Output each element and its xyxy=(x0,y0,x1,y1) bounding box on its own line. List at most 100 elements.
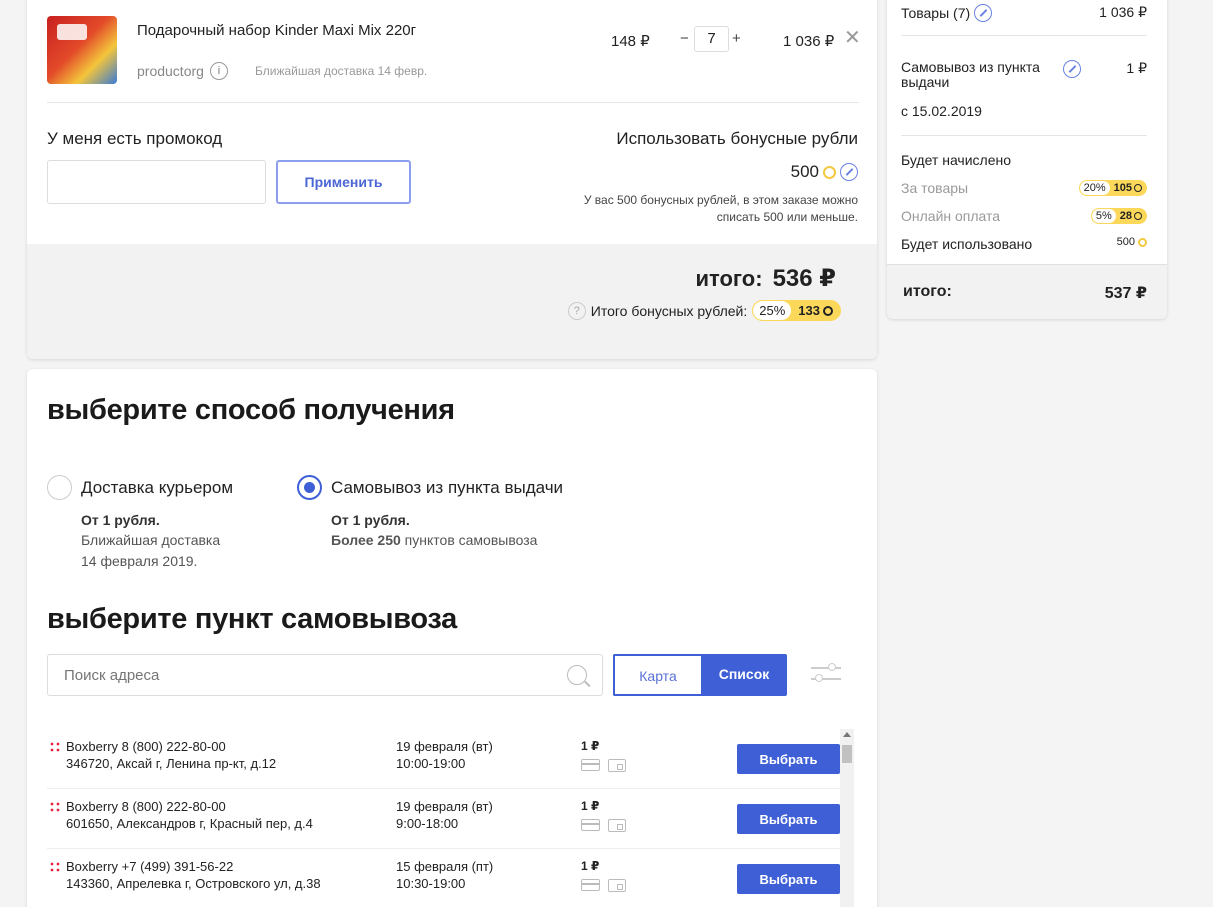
remove-item-icon[interactable]: ✕ xyxy=(844,28,861,48)
pickup-hours: 9:00-18:00 xyxy=(396,816,459,831)
seller-info: productorg i xyxy=(137,62,228,80)
select-pickup-button[interactable]: Выбрать xyxy=(737,864,840,894)
boxberry-logo-icon xyxy=(49,741,62,754)
filter-icon[interactable] xyxy=(811,661,843,687)
apply-promo-button[interactable]: Применить xyxy=(276,160,411,204)
pickup-point-row[interactable]: Boxberry 8 (800) 222-80-00 601650, Алекс… xyxy=(47,789,842,849)
promo-title: У меня есть промокод xyxy=(47,129,223,148)
search-icon[interactable] xyxy=(567,665,587,685)
for-goods-label: За товары xyxy=(901,180,969,196)
cash-payment-icon xyxy=(608,759,626,772)
summary-total-area: итого: 537 ₽ xyxy=(887,264,1167,319)
online-pill: 5% 28 xyxy=(1090,208,1147,224)
card-payment-icon xyxy=(581,759,600,771)
courier-note-1: Ближайшая доставка xyxy=(81,532,221,548)
scroll-up-icon[interactable] xyxy=(843,732,851,737)
boxberry-logo-icon xyxy=(49,861,62,874)
card-payment-icon xyxy=(581,819,600,831)
bonus-title: Использовать бонусные рубли xyxy=(616,129,858,148)
divider xyxy=(901,35,1147,36)
scroll-thumb[interactable] xyxy=(842,745,852,763)
bonus-note: У вас 500 бонусных рублей, в этом заказе… xyxy=(583,193,858,224)
divider xyxy=(901,135,1147,136)
pickup-name: Boxberry 8 (800) 222-80-00 xyxy=(66,799,226,814)
for-goods-percent: 20% xyxy=(1079,181,1110,195)
qty-decrease-button[interactable]: − xyxy=(680,30,689,47)
online-label: Онлайн оплата xyxy=(901,208,1001,224)
total-amount: 536 ₽ xyxy=(772,265,836,292)
used-value: 500 xyxy=(1116,236,1135,248)
line-total: 1 036 ₽ xyxy=(783,33,835,50)
pickup-date: 15 февраля (пт) xyxy=(396,859,494,874)
for-goods-points-wrap: 105 xyxy=(1110,181,1146,195)
total-bonus-label: Итого бонусных рублей: xyxy=(590,302,748,319)
summary-pickup-label: Самовывоз из пункта выдачи xyxy=(901,59,1040,90)
seller-name[interactable]: productorg xyxy=(137,63,204,79)
quantity-input[interactable]: 7 xyxy=(694,26,729,52)
pickup-point-row[interactable]: Boxberry 8 (800) 222-80-00 346720, Аксай… xyxy=(47,729,842,789)
map-view-toggle[interactable]: Карта xyxy=(613,654,701,696)
product-image[interactable] xyxy=(47,16,117,84)
pickup-radio[interactable] xyxy=(297,475,322,500)
unit-price: 148 ₽ xyxy=(611,33,650,50)
online-row: Онлайн оплата 5% 28 xyxy=(901,208,1147,224)
select-pickup-button[interactable]: Выбрать xyxy=(737,744,840,774)
qty-increase-button[interactable]: + xyxy=(732,30,741,47)
product-name[interactable]: Подарочный набор Kinder Maxi Mix 220г xyxy=(137,22,416,39)
for-goods-points: 105 xyxy=(1113,182,1132,194)
used-row: Будет использовано 500 xyxy=(901,236,1147,252)
edit-pencil-icon[interactable] xyxy=(974,4,993,22)
pickup-price: От 1 рубля. xyxy=(331,512,410,528)
summary-goods-row: Товары (7) 1 036 ₽ xyxy=(901,4,1147,22)
pickup-hours: 10:00-19:00 xyxy=(396,756,466,771)
summary-goods-label-wrap: Товары (7) xyxy=(901,4,993,22)
for-goods-pill: 20% 105 xyxy=(1078,180,1147,196)
divider xyxy=(47,102,859,103)
pickup-price: 1 ₽ xyxy=(581,859,600,873)
summary-total-value: 537 ₽ xyxy=(1104,285,1147,302)
edit-pencil-icon[interactable] xyxy=(1063,60,1081,78)
bonus-value: 500 xyxy=(791,162,858,182)
pickup-point-row[interactable]: Boxberry +7 (499) 391-56-22 143360, Апре… xyxy=(47,849,842,907)
total-label: итого: xyxy=(695,266,763,291)
card-payment-icon xyxy=(581,879,600,891)
coin-icon xyxy=(823,305,833,316)
summary-total-label: итого: xyxy=(903,283,952,300)
summary-pickup-row: Самовывоз из пункта выдачи 1 ₽ xyxy=(901,60,1147,90)
list-scrollbar[interactable] xyxy=(840,729,854,907)
pickup-address: 346720, Аксай г, Ленина пр-кт, д.12 xyxy=(66,756,277,771)
help-icon[interactable]: ? xyxy=(567,301,586,320)
promo-code-input[interactable] xyxy=(47,160,266,204)
cash-payment-icon xyxy=(608,819,626,832)
coin-icon xyxy=(1134,184,1142,192)
pickup-count-text: пунктов самовывоза xyxy=(400,532,538,548)
coin-icon xyxy=(1134,212,1142,220)
pickup-label[interactable]: Самовывоз из пункта выдачи xyxy=(331,478,563,498)
summary-pickup-date-text: с 15.02.2019 xyxy=(901,103,982,119)
summary-goods-label: Товары (7) xyxy=(901,5,971,21)
pickup-count: Более 250 пунктов самовывоза xyxy=(331,530,537,551)
list-view-toggle[interactable]: Список xyxy=(701,654,787,696)
for-goods-row: За товары 20% 105 xyxy=(901,180,1147,196)
address-search-input[interactable] xyxy=(47,654,603,696)
courier-label[interactable]: Доставка курьером xyxy=(81,478,233,498)
courier-price: От 1 рубля. xyxy=(81,512,160,528)
summary-pickup-date: с 15.02.2019 xyxy=(901,103,1147,119)
edit-pencil-icon[interactable] xyxy=(840,163,858,181)
online-points: 28 xyxy=(1119,210,1132,222)
bonus-percent: 25% xyxy=(753,301,792,320)
pickup-date: 19 февраля (вт) xyxy=(396,739,493,754)
pickup-date: 19 февраля (вт) xyxy=(396,799,493,814)
bonus-points: 133 xyxy=(798,303,820,318)
accrue-title: Будет начислено xyxy=(901,152,1012,168)
used-value-wrap: 500 xyxy=(1117,236,1147,248)
online-percent: 5% xyxy=(1091,209,1116,223)
pickup-price: 1 ₽ xyxy=(581,799,600,813)
select-pickup-button[interactable]: Выбрать xyxy=(737,804,840,834)
courier-radio[interactable] xyxy=(47,475,72,500)
summary-goods-value: 1 036 ₽ xyxy=(1099,4,1147,20)
bonus-amount: 500 xyxy=(790,162,819,181)
info-icon[interactable]: i xyxy=(209,62,228,80)
total-bonus: ? Итого бонусных рублей: 25% 133 xyxy=(567,300,841,321)
boxberry-logo-icon xyxy=(49,801,62,814)
